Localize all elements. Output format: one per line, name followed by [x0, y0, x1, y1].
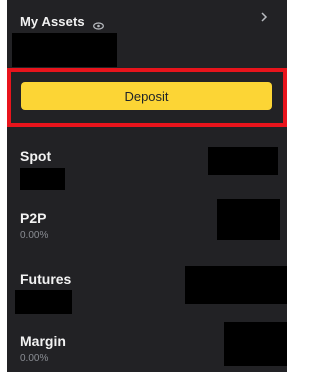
margin-value-redacted — [224, 322, 287, 366]
futures-value-redacted — [185, 266, 287, 304]
eye-icon[interactable] — [92, 18, 104, 30]
futures-balance-redacted — [15, 290, 72, 314]
account-p2p-label[interactable]: P2P — [20, 210, 46, 226]
deposit-label: Deposit — [124, 88, 169, 104]
p2p-value-redacted — [217, 199, 280, 240]
spot-value-redacted — [208, 147, 278, 175]
p2p-percentage: 0.00% — [20, 230, 49, 241]
account-margin-label[interactable]: Margin — [20, 333, 66, 349]
assets-header: My Assets — [20, 14, 104, 30]
chevron-right-icon[interactable] — [260, 10, 268, 22]
deposit-button[interactable]: Deposit — [21, 82, 272, 110]
account-futures-label[interactable]: Futures — [20, 271, 71, 287]
margin-percentage: 0.00% — [20, 353, 49, 364]
spot-balance-redacted — [20, 168, 65, 190]
total-balance-redacted — [12, 33, 117, 67]
account-spot-label[interactable]: Spot — [20, 148, 51, 164]
assets-title: My Assets — [20, 14, 85, 29]
assets-panel: My Assets Deposit Spot P2P 0.00% Futures… — [7, 0, 287, 372]
